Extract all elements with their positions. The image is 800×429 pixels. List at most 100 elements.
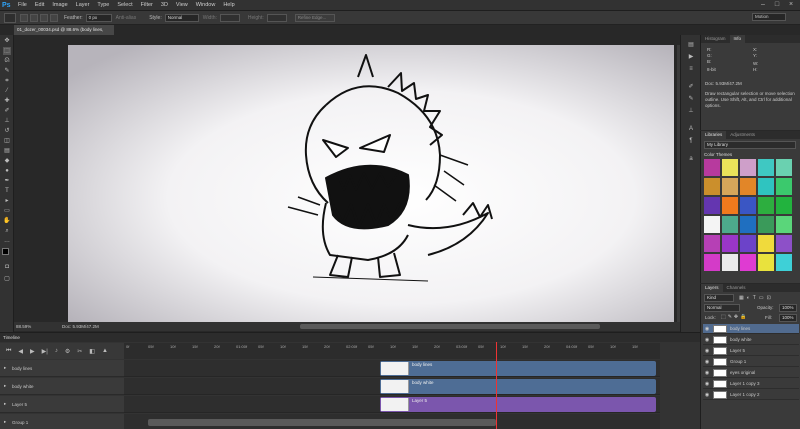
timeline-clip[interactable] — [148, 419, 496, 426]
lasso-tool-icon[interactable]: ᘏ — [3, 57, 11, 65]
visibility-eye-icon[interactable]: ◉ — [703, 392, 711, 398]
subtract-selection-icon[interactable] — [40, 13, 48, 22]
clone-source-icon[interactable]: ⊥ — [686, 107, 696, 116]
brush-tool-icon[interactable]: ✐ — [3, 107, 11, 115]
track-lane[interactable]: body lines — [124, 360, 660, 377]
color-swatch[interactable] — [776, 254, 792, 271]
crop-tool-icon[interactable]: ⌗ — [3, 77, 11, 85]
history-panel-icon[interactable]: ▤ — [686, 41, 696, 50]
history-brush-tool-icon[interactable]: ↺ — [3, 127, 11, 135]
color-swatch[interactable] — [722, 197, 738, 214]
expand-arrow-icon[interactable]: ▸ — [4, 401, 6, 407]
type-filter-icon[interactable]: T — [753, 295, 756, 302]
visibility-eye-icon[interactable]: ◉ — [703, 337, 711, 343]
zoom-tool-icon[interactable]: ⌕ — [3, 227, 11, 235]
color-swatch[interactable] — [776, 178, 792, 195]
color-swatch[interactable] — [776, 235, 792, 252]
shape-tool-icon[interactable]: ▭ — [3, 207, 11, 215]
move-tool-icon[interactable]: ✥ — [3, 37, 11, 45]
menu-view[interactable]: View — [176, 2, 188, 8]
track-lane[interactable]: Layer 5 — [124, 396, 660, 413]
color-swatch[interactable] — [722, 159, 738, 176]
color-swatch[interactable] — [704, 159, 720, 176]
tab-layers[interactable]: Layers — [701, 284, 723, 292]
track-header[interactable]: ▸ Group 1 — [0, 414, 124, 429]
clone-stamp-tool-icon[interactable]: ⊥ — [3, 117, 11, 125]
layer-row[interactable]: ◉ body lines — [703, 324, 799, 334]
color-swatch[interactable] — [740, 254, 756, 271]
document-tab[interactable]: 01_dozer_00034.psd @ 88.6% (body lines, … — [14, 25, 114, 42]
menu-filter[interactable]: Filter — [141, 2, 153, 8]
color-swatch[interactable] — [776, 197, 792, 214]
color-swatch[interactable] — [776, 216, 792, 233]
menu-image[interactable]: Image — [52, 2, 67, 8]
timeline-clip[interactable]: body lines — [380, 361, 656, 376]
refine-edge-button[interactable]: Refine Edge... — [294, 13, 335, 22]
timeline-clip[interactable]: body white — [380, 379, 656, 394]
color-swatch[interactable] — [740, 216, 756, 233]
brush-presets-icon[interactable]: ✎ — [686, 95, 696, 104]
timeline-ruler[interactable]: 0f 05f 10f 15f 20f 01:00f 05f 10f 15f 20f 02:00f 05… — [124, 343, 660, 359]
dodge-tool-icon[interactable]: ● — [3, 167, 11, 175]
visibility-eye-icon[interactable]: ◉ — [703, 359, 711, 365]
marquee-tool-icon[interactable]: ⬚ — [3, 47, 11, 55]
track-header[interactable]: ▸ body lines — [0, 360, 124, 377]
path-select-tool-icon[interactable]: ▸ — [3, 197, 11, 205]
character-panel-icon[interactable]: A — [686, 125, 696, 134]
more-tools-icon[interactable]: … — [3, 237, 11, 245]
style-select[interactable]: Normal — [164, 13, 199, 22]
track-lane[interactable]: body white — [124, 378, 660, 395]
tab-channels[interactable]: Channels — [723, 284, 750, 292]
expand-arrow-icon[interactable]: ▸ — [4, 383, 6, 389]
next-frame-icon[interactable]: ▶| — [42, 348, 48, 355]
visibility-eye-icon[interactable]: ◉ — [703, 370, 711, 376]
menu-layer[interactable]: Layer — [76, 2, 90, 8]
tab-info[interactable]: Info — [729, 35, 746, 43]
blur-tool-icon[interactable]: ◆ — [3, 157, 11, 165]
layer-row[interactable]: ◉ eyes original — [703, 368, 799, 378]
first-frame-icon[interactable]: ⏮ — [6, 348, 11, 355]
gradient-tool-icon[interactable]: ▤ — [3, 147, 11, 155]
visibility-eye-icon[interactable]: ◉ — [703, 348, 711, 354]
layer-row[interactable]: ◉ body white — [703, 335, 799, 345]
color-swatch[interactable] — [704, 254, 720, 271]
menu-edit[interactable]: Edit — [35, 2, 44, 8]
feather-input[interactable]: 0 px — [85, 13, 112, 22]
color-swatch[interactable] — [722, 178, 738, 195]
blend-mode-select[interactable]: Normal — [704, 304, 740, 312]
color-swatch[interactable] — [704, 216, 720, 233]
close-icon[interactable]: × — [786, 1, 796, 9]
pen-tool-icon[interactable]: ✒ — [3, 177, 11, 185]
menu-select[interactable]: Select — [117, 2, 132, 8]
lock-icons[interactable]: ⬚✎✥🔒 — [721, 314, 748, 320]
canvas-horizontal-scrollbar[interactable] — [300, 324, 600, 329]
expand-arrow-icon[interactable]: ▸ — [4, 419, 6, 425]
color-swatch[interactable] — [740, 178, 756, 195]
intersect-selection-icon[interactable] — [50, 13, 58, 22]
color-swatch[interactable] — [758, 178, 774, 195]
color-swatch[interactable] — [704, 197, 720, 214]
eraser-tool-icon[interactable]: ◫ — [3, 137, 11, 145]
menu-window[interactable]: Window — [196, 2, 216, 8]
eyedropper-tool-icon[interactable]: ⁄ — [3, 87, 11, 95]
menu-type[interactable]: Type — [97, 2, 109, 8]
antialias-checkbox[interactable]: Anti-alias — [116, 15, 137, 21]
layer-filter-select[interactable]: Kind — [704, 294, 734, 302]
library-select[interactable]: My Library — [704, 141, 796, 149]
layer-row[interactable]: ◉ Group 1 — [703, 357, 799, 367]
visibility-eye-icon[interactable]: ◉ — [703, 381, 711, 387]
minimize-icon[interactable]: – — [758, 1, 768, 9]
adjust-filter-icon[interactable]: ◐ — [747, 295, 750, 302]
width-input[interactable] — [219, 13, 240, 22]
menu-3d[interactable]: 3D — [161, 2, 168, 8]
color-swatch[interactable] — [758, 159, 774, 176]
healing-tool-icon[interactable]: ✚ — [3, 97, 11, 105]
quick-mask-icon[interactable]: ◘ — [3, 263, 11, 271]
track-header[interactable]: ▸ Layer 5 — [0, 396, 124, 413]
actions-panel-icon[interactable]: ▶ — [686, 53, 696, 62]
color-swatch[interactable] — [722, 254, 738, 271]
glyphs-panel-icon[interactable]: a — [686, 155, 696, 164]
brush-panel-icon[interactable]: ✐ — [686, 83, 696, 92]
layer-row[interactable]: ◉ Layer 1 copy 3 — [703, 379, 799, 389]
screen-mode-icon[interactable]: ▢ — [3, 275, 11, 283]
